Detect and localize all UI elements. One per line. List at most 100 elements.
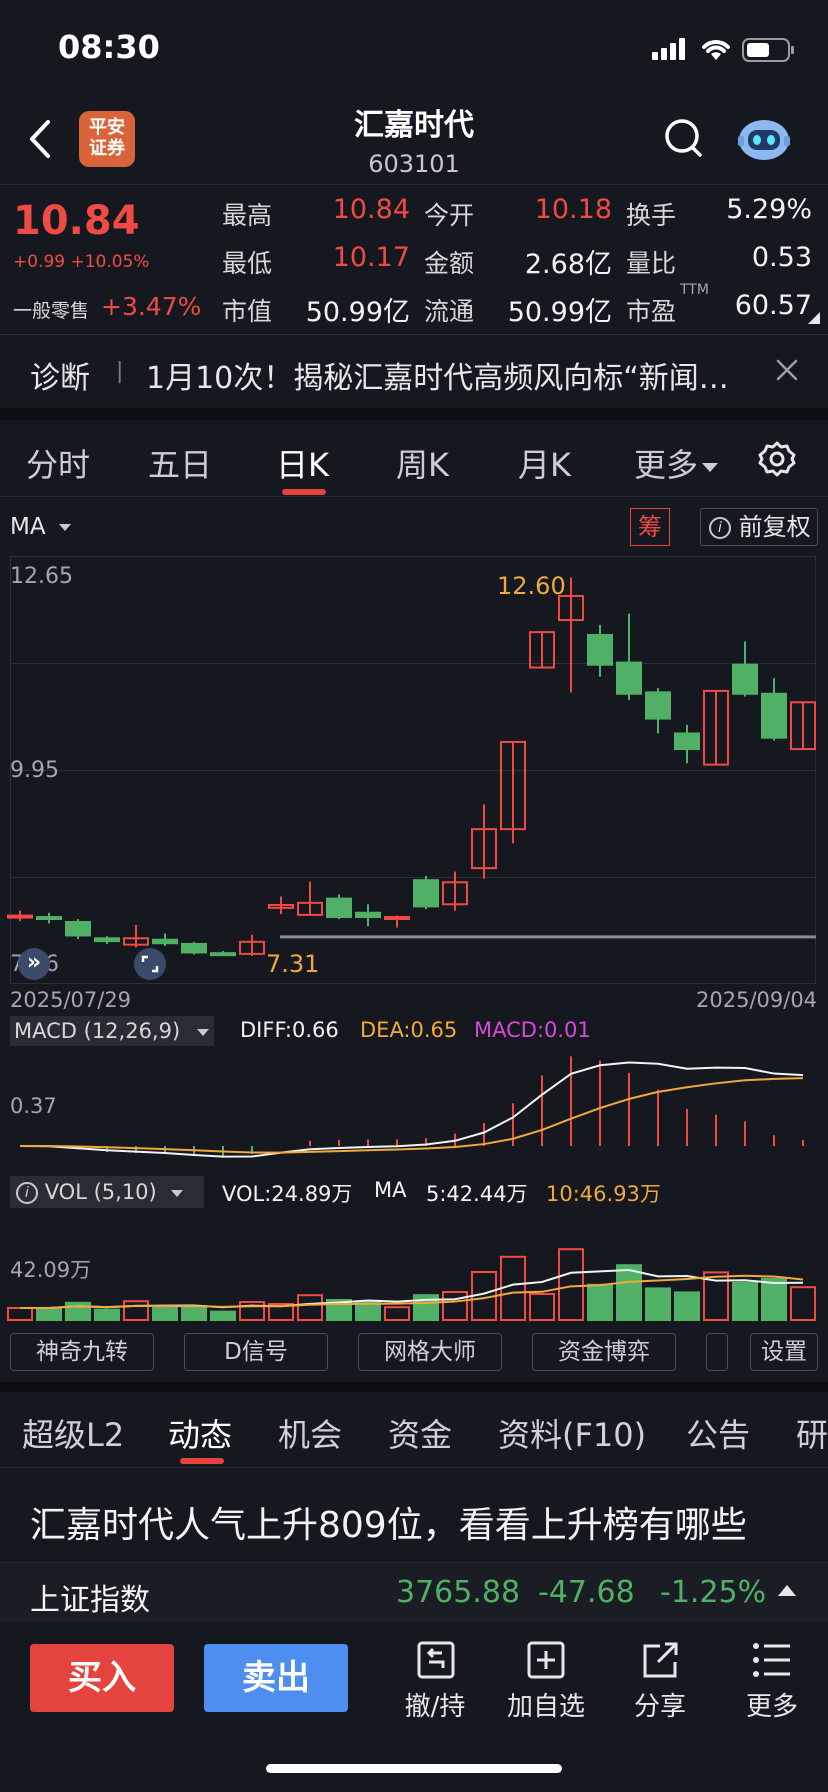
vol-value: VOL:24.89万 — [222, 1182, 353, 1206]
candle-body — [7, 914, 33, 919]
cancel-hold-label[interactable]: 撤/持 — [390, 1686, 480, 1723]
ma-selector[interactable]: MA — [10, 514, 71, 540]
volume-bar — [442, 1291, 468, 1321]
volume-bar — [500, 1255, 526, 1321]
caret-up-icon[interactable] — [778, 1585, 796, 1596]
indicator-button-d-signal[interactable]: D信号 — [184, 1333, 328, 1371]
candle-body — [732, 663, 758, 695]
volume-bar — [558, 1248, 584, 1322]
indicator-button-grid-master[interactable]: 网格大师 — [358, 1333, 502, 1371]
x-axis-start-date: 2025/07/29 — [10, 988, 132, 1012]
tab-five-day[interactable]: 五日 — [148, 440, 212, 486]
add-watchlist-label[interactable]: 加自选 — [501, 1686, 591, 1723]
volume-bar — [529, 1293, 555, 1321]
tab-research[interactable]: 研 — [796, 1410, 828, 1456]
tab-dynamics[interactable]: 动态 — [168, 1410, 232, 1456]
signal-icon — [652, 38, 688, 60]
search-icon[interactable] — [664, 118, 704, 164]
volume-bar — [123, 1300, 149, 1321]
status-time: 08:30 — [58, 28, 160, 66]
more-menu-icon[interactable] — [752, 1642, 792, 1682]
volume-chart[interactable] — [0, 1210, 828, 1326]
tab-announcements[interactable]: 公告 — [686, 1410, 750, 1456]
buy-button[interactable]: 买入 — [30, 1644, 174, 1712]
caret-down-icon — [702, 462, 719, 472]
tab-more-label: 更多 — [634, 446, 699, 484]
expand-left-icon[interactable]: » — [18, 948, 50, 980]
tab-f10[interactable]: 资料(F10) — [498, 1410, 646, 1456]
volume-bar — [761, 1277, 787, 1322]
candle-body — [587, 633, 613, 666]
current-price: 10.84 — [13, 198, 140, 244]
vol-ma10: 10:46.93万 — [546, 1182, 661, 1206]
volume-bar — [94, 1308, 120, 1321]
index-bar[interactable]: 上证指数 3765.88 -47.68 -1.25% — [0, 1562, 828, 1622]
pe-value: 60.57 — [734, 290, 812, 321]
tab-funds[interactable]: 资金 — [388, 1410, 452, 1456]
add-watchlist-icon[interactable] — [526, 1640, 566, 1684]
ma-label: MA — [10, 514, 46, 540]
wifi-icon — [700, 36, 732, 66]
sector-label[interactable]: 一般零售 — [13, 296, 89, 323]
market-cap-label: 市值 — [222, 297, 273, 326]
macd-selector[interactable]: MACD (12,26,9) — [10, 1016, 214, 1046]
volume-bar — [732, 1281, 758, 1322]
adjust-mode-label: 前复权 — [738, 513, 811, 541]
more-label[interactable]: 更多 — [727, 1686, 817, 1723]
tab-super-l2[interactable]: 超级L2 — [22, 1410, 124, 1456]
amount-value: 2.68亿 — [524, 249, 612, 280]
index-name: 上证指数 — [30, 1583, 150, 1618]
tab-daily-k[interactable]: 日K — [276, 440, 329, 486]
cancel-hold-icon[interactable] — [416, 1640, 456, 1684]
high-price-marker: 12.60 — [497, 571, 566, 600]
share-label[interactable]: 分享 — [615, 1686, 705, 1723]
tab-weekly-k[interactable]: 周K — [396, 440, 449, 486]
battery-icon — [742, 38, 794, 62]
active-tab-indicator — [282, 489, 326, 495]
float-cap-label: 流通 — [424, 297, 475, 326]
tab-intraday[interactable]: 分时 — [26, 440, 90, 486]
volume-bar — [674, 1291, 700, 1322]
x-axis-end-date: 2025/09/04 — [696, 988, 818, 1012]
candle-body — [36, 916, 62, 921]
volume-ratio-value: 0.53 — [751, 242, 812, 273]
macd-value: MACD:0.01 — [474, 1018, 591, 1042]
indicator-settings-button[interactable]: 设置 — [750, 1333, 818, 1371]
indicator-button-partial[interactable] — [706, 1333, 728, 1371]
macd-diff-line — [19, 1061, 804, 1158]
tab-opportunity[interactable]: 机会 — [278, 1410, 342, 1456]
kline-chart[interactable] — [0, 556, 828, 984]
tab-more[interactable]: 更多 — [634, 440, 719, 486]
open-label: 今开 — [424, 201, 475, 230]
macd-chart[interactable] — [0, 1046, 828, 1178]
share-icon[interactable] — [640, 1640, 680, 1684]
tab-monthly-k[interactable]: 月K — [518, 440, 571, 486]
indicator-button-nine-turn[interactable]: 神奇九转 — [10, 1333, 154, 1371]
indicator-button-capital-game[interactable]: 资金博弈 — [532, 1333, 676, 1371]
gear-icon[interactable] — [758, 440, 796, 482]
diagnosis-bar[interactable]: 诊断 | 1月10次！揭秘汇嘉时代高频风向标“新闻… — [0, 334, 828, 406]
candle-body — [355, 911, 381, 919]
chip-distribution-button[interactable]: 筹 — [630, 508, 670, 546]
candle-body — [384, 916, 410, 921]
fullscreen-icon[interactable] — [134, 948, 166, 980]
volume-bar — [297, 1294, 323, 1321]
adjust-mode-button[interactable]: i 前复权 — [700, 508, 818, 546]
candle-body — [326, 897, 352, 919]
section-divider — [0, 1382, 828, 1392]
robot-assistant-icon[interactable] — [736, 112, 792, 168]
candle-body — [674, 732, 700, 751]
info-icon: i — [709, 517, 731, 539]
close-icon[interactable] — [774, 357, 800, 387]
sector-change: +3.47% — [101, 292, 202, 321]
diagnosis-label: 诊断 — [30, 361, 90, 396]
diagnosis-text[interactable]: 1月10次！揭秘汇嘉时代高频风向标“新闻… — [146, 353, 746, 397]
caret-down-icon — [171, 1189, 184, 1197]
y-axis-top-label: 12.65 — [10, 564, 73, 589]
vol-label: VOL (5,10) — [44, 1180, 157, 1204]
volume-bar — [152, 1305, 178, 1322]
news-headline[interactable]: 汇嘉时代人气上升809位，看看上升榜有哪些 — [30, 1496, 820, 1548]
vol-selector[interactable]: i VOL (5,10) — [10, 1176, 204, 1208]
sell-button[interactable]: 卖出 — [204, 1644, 348, 1712]
section-divider — [0, 408, 828, 420]
